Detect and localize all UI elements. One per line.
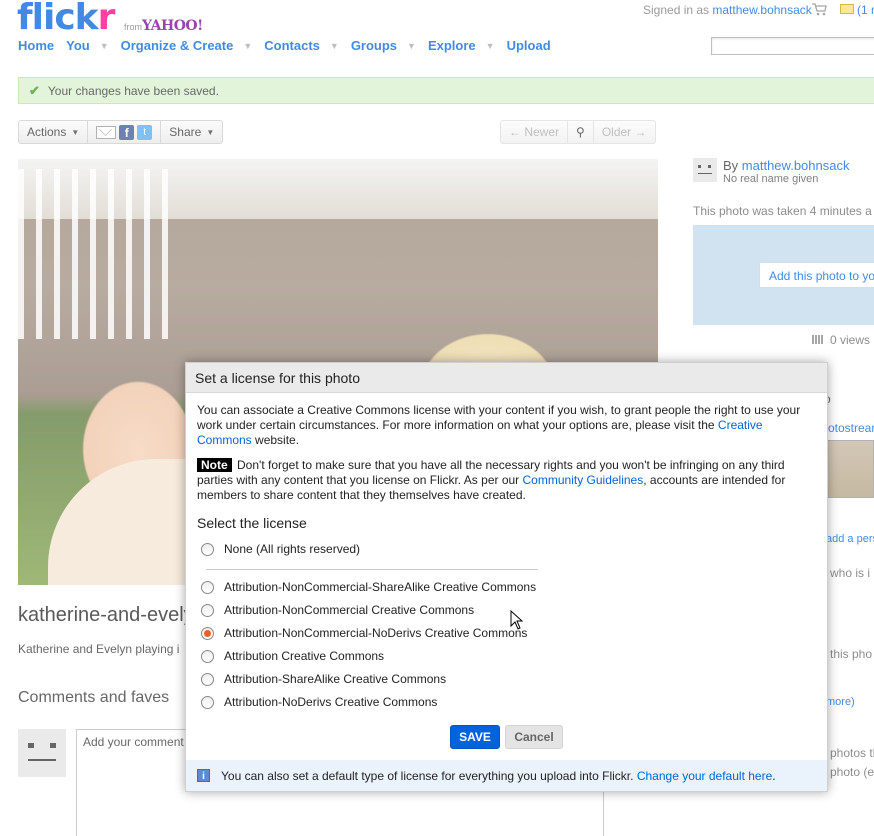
license-option[interactable]: Attribution-NonCommercial-ShareAlike Cre… <box>201 580 536 594</box>
select-license-heading: Select the license <box>197 515 307 531</box>
divider <box>206 569 538 570</box>
license-dialog: Set a license for this photo You can ass… <box>185 362 828 792</box>
save-button[interactable]: SAVE <box>450 725 500 749</box>
community-guidelines-link[interactable]: Community Guidelines <box>523 473 644 487</box>
note-label: Note <box>197 458 232 472</box>
license-option[interactable]: Attribution Creative Commons <box>201 649 384 663</box>
license-option[interactable]: Attribution-NoDerivs Creative Commons <box>201 695 437 709</box>
cancel-button[interactable]: Cancel <box>505 725 563 749</box>
radio-button[interactable] <box>201 603 214 617</box>
dialog-intro: You can associate a Creative Commons lic… <box>197 403 801 447</box>
license-option-label: Attribution Creative Commons <box>224 649 385 663</box>
license-option-label: Attribution-NoDerivs Creative Commons <box>224 695 438 709</box>
license-option-label: Attribution-ShareAlike Creative Commons <box>224 672 447 686</box>
change-default-link[interactable]: Change your default here <box>637 769 772 783</box>
radio-button[interactable] <box>201 542 214 556</box>
license-option[interactable]: Attribution-ShareAlike Creative Commons <box>201 672 446 686</box>
license-option[interactable]: Attribution-NonCommercial Creative Commo… <box>201 603 474 617</box>
radio-button[interactable] <box>201 695 214 709</box>
radio-button[interactable] <box>201 672 214 686</box>
license-option-label: Attribution-NonCommercial Creative Commo… <box>224 603 475 617</box>
radio-button[interactable] <box>201 626 214 640</box>
license-option-label: Attribution-NonCommercial-ShareAlike Cre… <box>224 580 537 594</box>
radio-button[interactable] <box>201 649 214 663</box>
license-option[interactable]: None (All rights reserved) <box>201 542 360 556</box>
license-option-label: None (All rights reserved) <box>224 542 361 556</box>
radio-button[interactable] <box>201 580 214 594</box>
info-icon: i <box>197 769 210 782</box>
license-option-label: Attribution-NonCommercial-NoDerivs Creat… <box>224 626 528 640</box>
dialog-title: Set a license for this photo <box>186 363 827 393</box>
mouse-cursor-icon <box>510 610 524 630</box>
dialog-note: Note Don't forget to make sure that you … <box>197 458 786 502</box>
license-option[interactable]: Attribution-NonCommercial-NoDerivs Creat… <box>201 626 527 640</box>
dialog-footer: i You can also set a default type of lic… <box>186 760 827 791</box>
